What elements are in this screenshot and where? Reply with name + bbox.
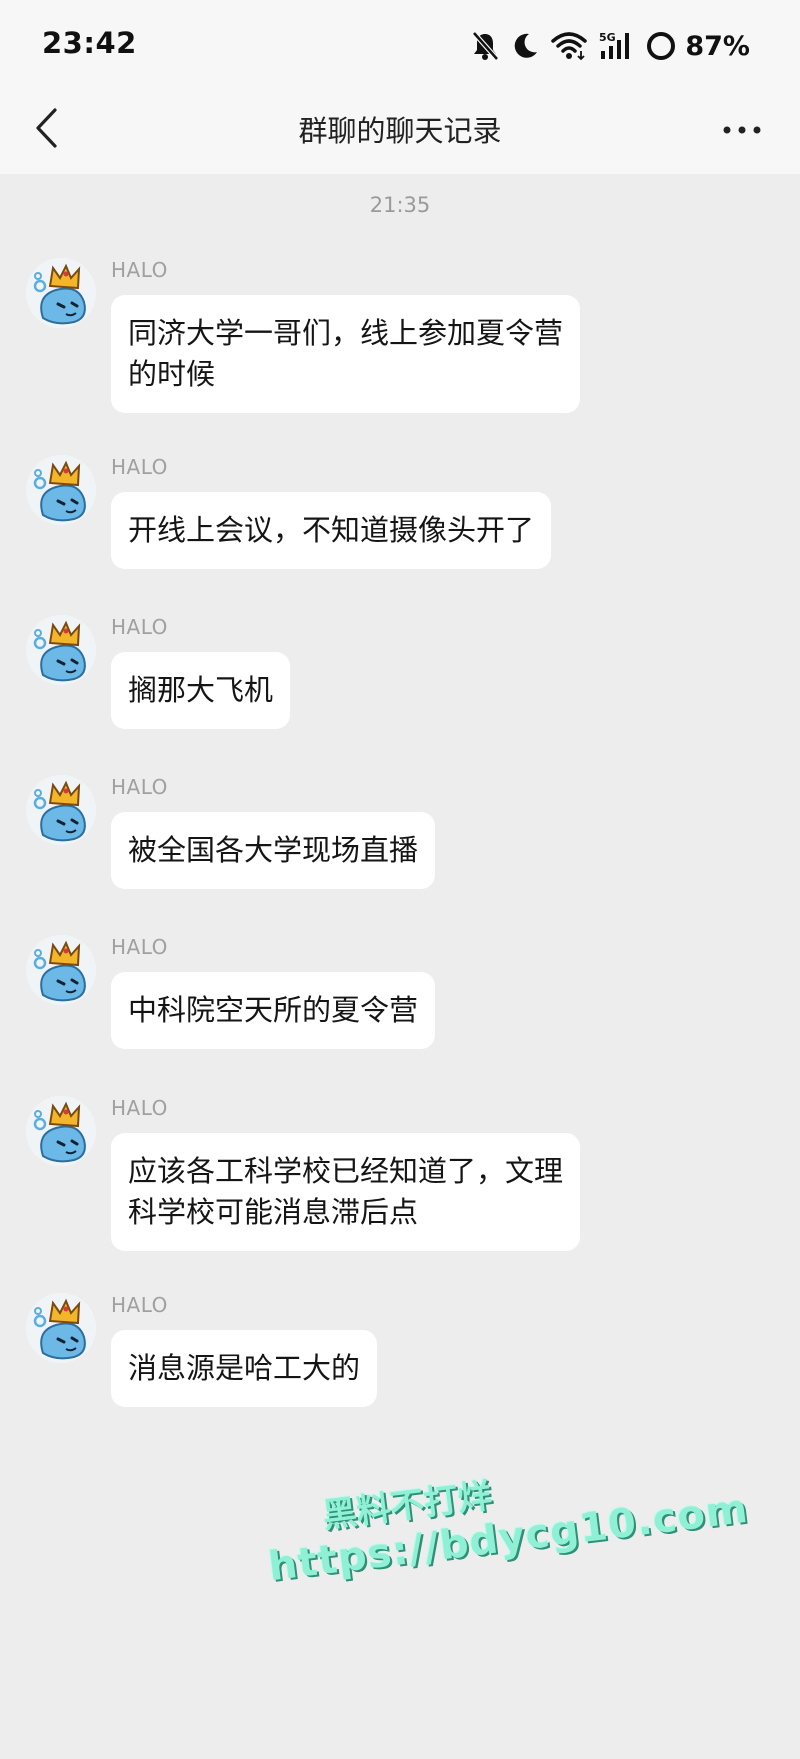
more-button[interactable] — [714, 106, 770, 154]
avatar-image — [26, 455, 96, 525]
message-bubble[interactable]: 被全国各大学现场直播 — [111, 812, 436, 889]
network-label: 5G — [599, 31, 616, 44]
page-title: 群聊的聊天记录 — [298, 114, 502, 148]
wifi-icon — [551, 31, 588, 61]
battery-percent: 87% — [685, 30, 750, 62]
message-line: 的时候 — [128, 357, 216, 391]
message-bubble[interactable]: 中科院空天所的夏令营 — [111, 972, 436, 1049]
message-line: 开线上会议，不知道摄像头开了 — [128, 513, 535, 547]
top-bar: 23:42 5G 87% 群聊的聊天记录 — [0, 0, 800, 174]
message-line: 中科院空天所的夏令营 — [128, 993, 419, 1027]
status-icons: 5G 87% — [471, 28, 750, 64]
avatar[interactable] — [26, 775, 96, 845]
avatar[interactable] — [26, 455, 96, 525]
moon-icon — [511, 31, 539, 61]
message-line: 同济大学一哥们，线上参加夏令营 — [128, 316, 564, 350]
avatar[interactable] — [26, 258, 96, 328]
sender-name: HALO — [111, 455, 168, 479]
avatar-image — [26, 1096, 96, 1166]
avatar[interactable] — [26, 1293, 96, 1363]
sender-name: HALO — [111, 935, 168, 959]
avatar[interactable] — [26, 1096, 96, 1166]
sender-name: HALO — [111, 615, 168, 639]
message-line: 被全国各大学现场直播 — [128, 833, 419, 867]
status-bar: 23:42 5G 87% — [0, 0, 800, 92]
signal-icon: 5G — [599, 30, 633, 62]
avatar-image — [26, 258, 96, 328]
message-line: 消息源是哈工大的 — [128, 1351, 361, 1385]
sender-name: HALO — [111, 1096, 168, 1120]
message-bubble[interactable]: 同济大学一哥们，线上参加夏令营 的时候 — [111, 295, 581, 413]
more-dots-icon — [723, 126, 761, 134]
message-bubble[interactable]: 应该各工科学校已经知道了，文理 科学校可能消息滞后点 — [111, 1133, 581, 1251]
status-time: 23:42 — [42, 26, 137, 60]
sender-name: HALO — [111, 775, 168, 799]
nav-bar: 群聊的聊天记录 — [0, 92, 800, 174]
battery-ring-icon — [645, 30, 677, 62]
message-bubble[interactable]: 搁那大飞机 — [111, 652, 291, 729]
avatar-image — [26, 935, 96, 1005]
sender-name: HALO — [111, 1293, 168, 1317]
avatar-image — [26, 615, 96, 685]
watermark: 黑料不打烊 https://bdycg10.com — [260, 1437, 751, 1590]
bell-off-icon — [471, 31, 500, 61]
avatar-image — [26, 1293, 96, 1363]
message-line: 搁那大飞机 — [128, 673, 274, 707]
message-bubble[interactable]: 开线上会议，不知道摄像头开了 — [111, 492, 552, 569]
message-bubble[interactable]: 消息源是哈工大的 — [111, 1330, 378, 1407]
avatar-image — [26, 775, 96, 845]
sender-name: HALO — [111, 258, 168, 282]
message-line: 应该各工科学校已经知道了，文理 — [128, 1154, 564, 1188]
avatar[interactable] — [26, 615, 96, 685]
avatar[interactable] — [26, 935, 96, 1005]
message-line: 科学校可能消息滞后点 — [128, 1195, 419, 1229]
chat-timestamp: 21:35 — [369, 193, 431, 217]
